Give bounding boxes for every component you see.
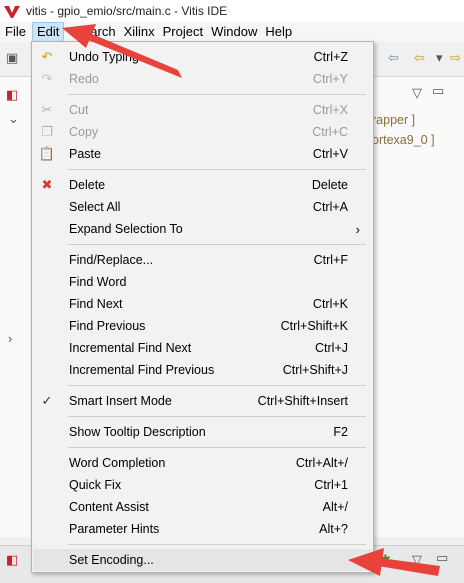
menu-separator — [68, 385, 366, 386]
forward-icon[interactable]: ⇨ — [450, 50, 461, 66]
title-bar: vitis - gpio_emio/src/main.c - Vitis IDE — [0, 0, 464, 22]
delete-icon: ✖ — [41, 177, 53, 192]
menu-bar: File Edit Search Xilinx Project Window H… — [0, 22, 464, 42]
menu-item-set-encoding[interactable]: Set Encoding... — [33, 549, 372, 571]
menu-item-incremental-find-previous[interactable]: Incremental Find Previous Ctrl+Shift+J — [33, 359, 372, 381]
outline-panel: ▽ ▭ rapper ] ortexa9_0 ] — [372, 77, 464, 537]
menu-item-incremental-find-next[interactable]: Incremental Find Next Ctrl+J — [33, 337, 372, 359]
menu-help[interactable]: Help — [261, 22, 296, 42]
menu-separator — [68, 169, 366, 170]
menu-item-redo[interactable]: ↷ Redo Ctrl+Y — [33, 68, 372, 90]
menu-item-find-word[interactable]: Find Word — [33, 271, 372, 293]
menu-item-show-tooltip[interactable]: Show Tooltip Description F2 — [33, 421, 372, 443]
undo-icon: ↶ — [41, 49, 53, 64]
menu-item-paste[interactable]: 📋 Paste Ctrl+V — [33, 143, 372, 165]
chevron-down-icon[interactable]: ▽ — [412, 85, 422, 101]
debug-icon[interactable]: ✱ — [380, 552, 391, 568]
menu-item-cut[interactable]: ✂ Cut Ctrl+X — [33, 99, 372, 121]
menu-window[interactable]: Window — [207, 22, 261, 42]
menu-item-parameter-hints[interactable]: Parameter Hints Alt+? — [33, 518, 372, 540]
menu-item-expand-selection[interactable]: Expand Selection To › — [33, 218, 372, 240]
new-icon[interactable]: ▣ — [6, 50, 18, 66]
tree-expand-icon[interactable]: ⌄ — [8, 111, 19, 127]
window-title: vitis - gpio_emio/src/main.c - Vitis IDE — [26, 4, 228, 18]
menu-search[interactable]: Search — [70, 22, 119, 42]
nav-back-icon[interactable]: ⇦ — [414, 50, 425, 66]
menu-item-content-assist[interactable]: Content Assist Alt+/ — [33, 496, 372, 518]
menu-item-select-all[interactable]: Select All Ctrl+A — [33, 196, 372, 218]
menu-separator — [68, 244, 366, 245]
checkmark-icon: ✓ — [41, 393, 53, 408]
menu-item-find-previous[interactable]: Find Previous Ctrl+Shift+K — [33, 315, 372, 337]
edit-menu-dropdown: ↶ Undo Typing Ctrl+Z ↷ Redo Ctrl+Y ✂ Cut… — [31, 41, 374, 573]
menu-item-delete[interactable]: ✖ Delete Delete — [33, 174, 372, 196]
menu-item-smart-insert-mode[interactable]: ✓ Smart Insert Mode Ctrl+Shift+Insert — [33, 390, 372, 412]
menu-item-undo[interactable]: ↶ Undo Typing Ctrl+Z — [33, 46, 372, 68]
menu-item-quick-fix[interactable]: Quick Fix Ctrl+1 — [33, 474, 372, 496]
chevron-down-icon[interactable]: ▾ — [436, 50, 443, 66]
menu-edit[interactable]: Edit — [31, 22, 65, 42]
cut-icon: ✂ — [41, 102, 53, 117]
menu-file[interactable]: File — [1, 22, 30, 42]
menu-item-copy[interactable]: ❐ Copy Ctrl+C — [33, 121, 372, 143]
explorer-panel: ◧ ⌄ › — [0, 77, 30, 537]
back-icon[interactable]: ⇦ — [388, 50, 399, 66]
redo-icon: ↷ — [41, 71, 53, 86]
vitis-logo-icon — [4, 6, 20, 18]
tree-node-cortexa9: ortexa9_0 ] — [372, 133, 435, 147]
menu-separator — [68, 447, 366, 448]
menu-item-find-replace[interactable]: Find/Replace... Ctrl+F — [33, 249, 372, 271]
menu-item-find-next[interactable]: Find Next Ctrl+K — [33, 293, 372, 315]
menu-item-word-completion[interactable]: Word Completion Ctrl+Alt+/ — [33, 452, 372, 474]
paste-icon: 📋 — [38, 146, 56, 161]
tree-node-wrapper: rapper ] — [372, 113, 416, 127]
menu-separator — [68, 544, 366, 545]
menu-separator — [68, 94, 366, 95]
tree-collapse-icon[interactable]: › — [8, 331, 12, 346]
minimize-icon[interactable]: ▭ — [436, 550, 448, 566]
menu-separator — [68, 416, 366, 417]
minimize-icon[interactable]: ▭ — [432, 83, 444, 99]
chevron-right-icon: › — [355, 221, 360, 237]
menu-project[interactable]: Project — [159, 22, 207, 42]
copy-icon: ❐ — [41, 124, 53, 139]
menu-xilinx[interactable]: Xilinx — [120, 22, 159, 42]
explorer-tab-icon[interactable]: ◧ — [6, 87, 18, 103]
console-icon[interactable]: ◧ — [6, 552, 18, 568]
chevron-down-icon[interactable]: ▽ — [412, 552, 422, 568]
